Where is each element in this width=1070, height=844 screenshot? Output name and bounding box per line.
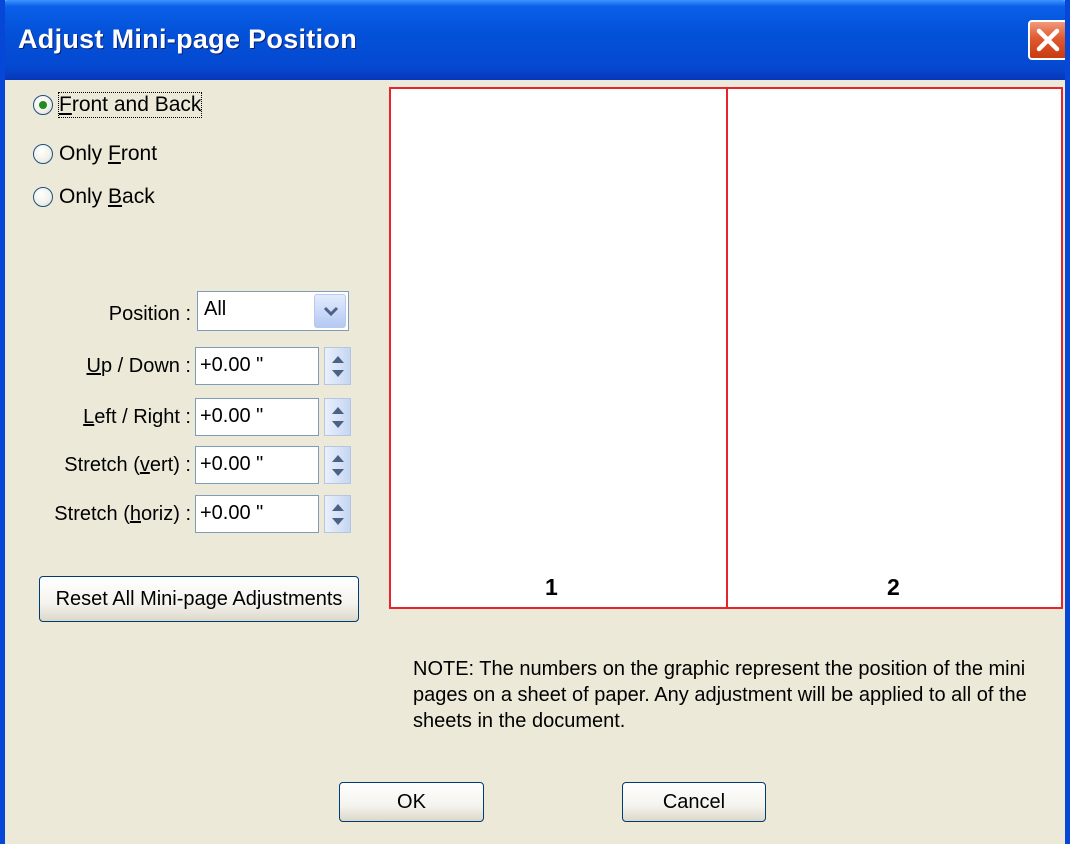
note-text: NOTE: The numbers on the graphic represe… — [413, 658, 1027, 732]
spin-up-icon[interactable] — [332, 356, 344, 363]
position-row: Position : All — [5, 291, 365, 331]
radio-only-back[interactable]: Only Back — [33, 182, 155, 212]
stretch-vert-input[interactable]: +0.00 " — [195, 446, 319, 484]
cancel-button[interactable]: Cancel — [622, 782, 766, 822]
dialog-window: Adjust Mini-page Position Front and Back… — [0, 0, 1070, 844]
radio-button[interactable] — [33, 187, 53, 207]
chevron-down-icon — [323, 306, 339, 317]
radio-front-and-back[interactable]: Front and Back — [33, 90, 203, 120]
dropdown-button[interactable] — [314, 294, 346, 328]
left-right-spinner[interactable] — [324, 398, 351, 436]
dialog-title: Adjust Mini-page Position — [18, 24, 357, 54]
reset-adjustments-button[interactable]: Reset All Mini-page Adjustments — [39, 576, 359, 622]
page-divider — [726, 89, 728, 607]
left-right-input[interactable]: +0.00 " — [195, 398, 319, 436]
left-right-label: Left / Right : — [83, 406, 191, 428]
spin-up-icon[interactable] — [332, 407, 344, 414]
position-label: Position : — [108, 303, 191, 325]
spin-up-icon[interactable] — [332, 504, 344, 511]
left-right-row: Left / Right : +0.00 " — [5, 398, 365, 438]
radio-label: Front and Back — [57, 92, 203, 118]
page-number-1: 1 — [545, 574, 558, 600]
stretch-horiz-spinner[interactable] — [324, 495, 351, 533]
spin-up-icon[interactable] — [332, 455, 344, 462]
stretch-horiz-input[interactable]: +0.00 " — [195, 495, 319, 533]
spin-down-icon[interactable] — [332, 518, 344, 525]
stretch-vert-row: Stretch (vert) : +0.00 " — [5, 446, 365, 486]
spin-down-icon[interactable] — [332, 469, 344, 476]
radio-label: Only Front — [59, 142, 158, 165]
ok-button[interactable]: OK — [339, 782, 484, 822]
radio-button[interactable] — [33, 144, 53, 164]
close-button[interactable] — [1028, 20, 1065, 60]
page-number-2: 2 — [887, 574, 900, 600]
title-bar[interactable]: Adjust Mini-page Position — [5, 0, 1065, 80]
up-down-spinner[interactable] — [324, 347, 351, 385]
stretch-horiz-row: Stretch (horiz) : +0.00 " — [5, 495, 365, 535]
up-down-row: Up / Down : +0.00 " — [5, 347, 365, 387]
stretch-vert-label: Stretch (vert) : — [64, 454, 191, 476]
radio-button-checked[interactable] — [33, 95, 53, 115]
mini-page-preview: 1 2 — [389, 87, 1063, 609]
up-down-input[interactable]: +0.00 " — [195, 347, 319, 385]
spin-down-icon[interactable] — [332, 370, 344, 377]
radio-only-front[interactable]: Only Front — [33, 139, 157, 169]
radio-label: Only Back — [59, 185, 155, 208]
position-value: All — [204, 298, 227, 320]
close-icon — [1036, 28, 1060, 52]
stretch-vert-spinner[interactable] — [324, 446, 351, 484]
stretch-horiz-label: Stretch (horiz) : — [54, 503, 191, 525]
position-select[interactable]: All — [197, 291, 349, 331]
spin-down-icon[interactable] — [332, 421, 344, 428]
up-down-label: Up / Down : — [86, 355, 192, 377]
